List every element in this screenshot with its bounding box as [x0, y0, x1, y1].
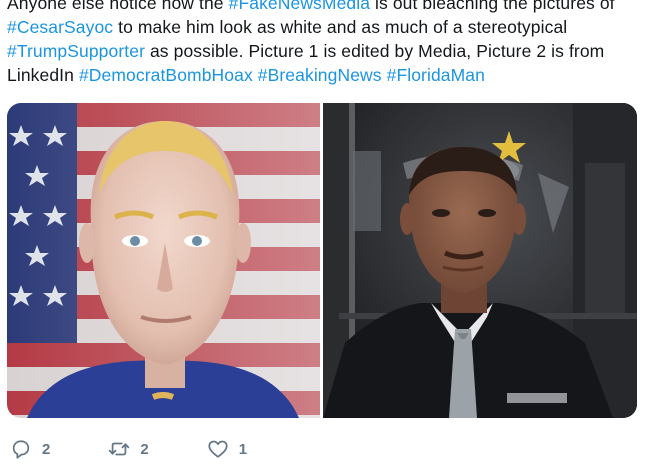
hashtag-link[interactable]: #FakeNewsMedia: [229, 0, 370, 13]
tweet-text-line: #CesarSayoc to make him look as white an…: [7, 15, 647, 39]
heart-icon: [207, 438, 229, 460]
retweet-icon: [108, 438, 130, 460]
reply-count: 2: [42, 440, 51, 458]
tweet-text-segment: is out bleaching the pictures of: [370, 0, 615, 13]
hashtag-link[interactable]: #DemocratBombHoax: [79, 65, 253, 85]
like-button[interactable]: 1: [207, 438, 247, 460]
tweet-text-segment: as possible. Picture 1 is edited by Medi…: [145, 41, 605, 61]
tweet-text-segment: Anyone else notice how the: [7, 0, 229, 13]
tweet-media[interactable]: [7, 103, 637, 418]
photo-1-image: [7, 103, 320, 418]
photo-2[interactable]: [323, 103, 637, 418]
tweet-text: Anyone else notice how the #FakeNewsMedi…: [7, 0, 647, 87]
reply-button[interactable]: 2: [10, 438, 50, 460]
tweet-text-line: #TrumpSupporter as possible. Picture 1 i…: [7, 39, 647, 63]
hashtag-link[interactable]: #FloridaMan: [387, 65, 485, 85]
photo-2-image: [323, 103, 637, 418]
hashtag-link[interactable]: #BreakingNews: [258, 65, 382, 85]
retweet-button[interactable]: 2: [108, 438, 149, 460]
tweet-text-segment: LinkedIn: [7, 65, 79, 85]
retweet-count: 2: [140, 440, 149, 458]
tweet-text-line: LinkedIn #DemocratBombHoax #BreakingNews…: [7, 63, 647, 87]
photo-1[interactable]: [7, 103, 320, 418]
reply-icon: [10, 438, 32, 460]
hashtag-link[interactable]: #TrumpSupporter: [7, 41, 145, 61]
tweet-actions: 2 2 1: [10, 436, 305, 462]
like-count: 1: [238, 440, 248, 458]
tweet-text-segment: to make him look as white and as much of…: [113, 17, 568, 37]
tweet-text-line: Anyone else notice how the #FakeNewsMedi…: [7, 0, 647, 15]
hashtag-link[interactable]: #CesarSayoc: [7, 17, 113, 37]
